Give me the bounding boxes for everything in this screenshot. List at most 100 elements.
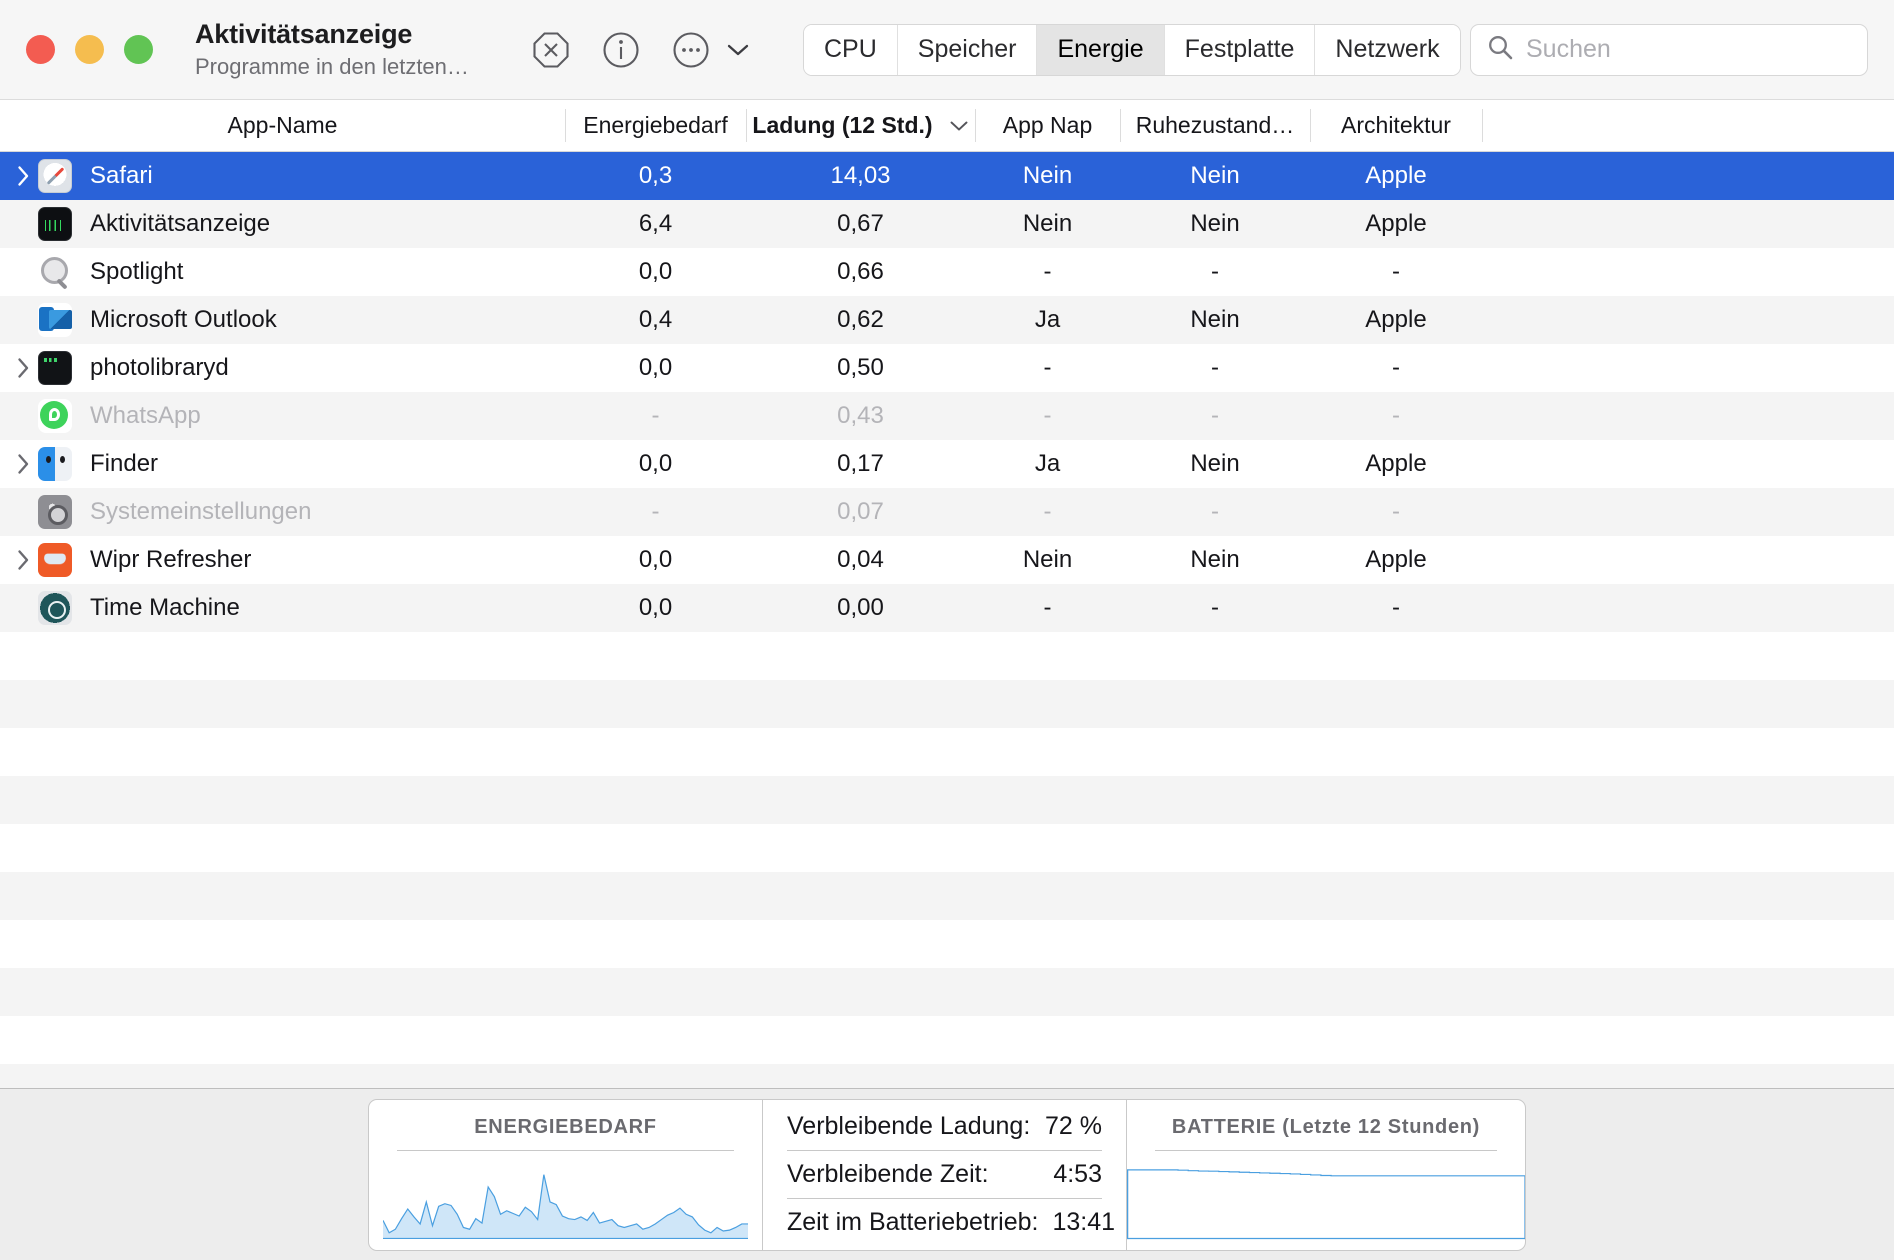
cell-ruhezustand: Nein xyxy=(1190,450,1240,477)
system-settings-icon xyxy=(38,495,72,529)
table-row[interactable]: Finder 0,0 0,17 Ja Nein Apple xyxy=(0,440,1894,488)
cell-spacer xyxy=(1482,296,1894,344)
table-row[interactable]: Wipr Refresher 0,0 0,04 Nein Nein Apple xyxy=(0,536,1894,584)
close-window-button[interactable] xyxy=(26,35,55,64)
tab-energie[interactable]: Energie xyxy=(1037,24,1165,75)
cell-app-nap: - xyxy=(1043,594,1052,621)
maximize-window-button[interactable] xyxy=(124,35,153,64)
window-title-block: Aktivitätsanzeige Programme in den letzt… xyxy=(195,19,495,80)
column-header-ladung-label: Ladung (12 Std.) xyxy=(752,112,933,138)
cell-app-name: Wipr Refresher xyxy=(0,536,565,584)
cell-spacer xyxy=(1482,536,1894,584)
column-header-architektur[interactable]: Architektur xyxy=(1310,100,1482,151)
cell-app-name: Finder xyxy=(0,440,565,488)
toolbar-icon-group xyxy=(529,28,751,72)
remaining-charge-label: Verbleibende Ladung: xyxy=(787,1112,1031,1140)
app-name-label: Microsoft Outlook xyxy=(90,306,277,333)
table-row[interactable]: Microsoft Outlook 0,4 0,62 Ja Nein Apple xyxy=(0,296,1894,344)
table-row[interactable]: Safari 0,3 14,03 Nein Nein Apple xyxy=(0,152,1894,200)
battery-history-chart xyxy=(1127,1150,1525,1240)
cell-ladung: 0,62 xyxy=(837,306,884,333)
table-row[interactable]: WhatsApp - 0,43 - - - xyxy=(0,392,1894,440)
cell-energiebedarf: 0,0 xyxy=(638,258,673,285)
tab-netzwerk[interactable]: Netzwerk xyxy=(1315,24,1460,75)
cell-architektur: Apple xyxy=(1365,306,1427,333)
cell-energiebedarf: 0,0 xyxy=(638,354,673,381)
table-row[interactable]: Systemeinstellungen - 0,07 - - - xyxy=(0,488,1894,536)
info-circle-icon[interactable] xyxy=(599,28,643,72)
table-row-empty xyxy=(0,680,1894,728)
cell-spacer xyxy=(1482,440,1894,488)
cell-energiebedarf: 0,0 xyxy=(638,594,673,621)
cell-spacer xyxy=(1482,392,1894,440)
column-header-ruhezustand[interactable]: Ruhezustand… xyxy=(1120,100,1310,151)
cell-spacer xyxy=(1482,200,1894,248)
cell-app-name: Spotlight xyxy=(0,248,565,296)
cell-energiebedarf: 0,4 xyxy=(638,306,673,333)
cell-ladung: 14,03 xyxy=(830,162,891,189)
chevron-right-icon[interactable] xyxy=(8,452,38,476)
column-header-app-nap[interactable]: App Nap xyxy=(975,100,1120,151)
traffic-lights xyxy=(0,35,153,64)
cell-ladung: 0,67 xyxy=(837,210,884,237)
column-header-ladung[interactable]: Ladung (12 Std.) xyxy=(746,100,975,151)
cell-architektur: Apple xyxy=(1365,450,1427,477)
view-tab-segmented-control[interactable]: CPU Speicher Energie Festplatte Netzwerk xyxy=(803,23,1461,76)
cell-ruhezustand: - xyxy=(1211,498,1219,525)
safari-icon xyxy=(38,159,72,193)
search-icon xyxy=(1487,34,1514,66)
cell-app-name: Safari xyxy=(0,152,565,200)
cell-architektur: - xyxy=(1392,402,1400,429)
chevron-down-icon[interactable] xyxy=(725,37,751,63)
tab-festplatte[interactable]: Festplatte xyxy=(1164,24,1316,75)
page-title: Aktivitätsanzeige xyxy=(195,18,413,49)
table-row[interactable]: Time Machine 0,0 0,00 - - - xyxy=(0,584,1894,632)
app-name-label: Systemeinstellungen xyxy=(90,498,312,525)
table-row[interactable]: Aktivitätsanzeige 6,4 0,67 Nein Nein Apple xyxy=(0,200,1894,248)
table-row[interactable]: Spotlight 0,0 0,66 - - - xyxy=(0,248,1894,296)
search-input[interactable] xyxy=(1526,35,1851,64)
cell-app-name: Time Machine xyxy=(0,584,565,632)
tab-speicher[interactable]: Speicher xyxy=(897,24,1038,75)
chevron-right-icon[interactable] xyxy=(8,548,38,572)
cell-ruhezustand: Nein xyxy=(1190,210,1240,237)
cell-ladung: 0,07 xyxy=(837,498,884,525)
table-row-empty xyxy=(0,968,1894,1016)
stop-process-octagon-icon[interactable] xyxy=(529,28,573,72)
remaining-charge-value: 72 % xyxy=(1045,1112,1102,1140)
app-name-label: photolibraryd xyxy=(90,354,229,381)
footer-bar: ENERGIEBEDARF Verbleibende Ladung: 72 % … xyxy=(0,1088,1894,1260)
cell-app-nap: Ja xyxy=(1034,306,1061,333)
app-name-label: Aktivitätsanzeige xyxy=(90,210,271,237)
cell-app-nap: Ja xyxy=(1034,450,1061,477)
cell-energiebedarf: - xyxy=(651,498,660,525)
cell-app-name: Systemeinstellungen xyxy=(0,488,565,536)
process-table-body[interactable]: Safari 0,3 14,03 Nein Nein Apple Aktivitätsanz… xyxy=(0,152,1894,1088)
battery-stats-panel: Verbleibende Ladung: 72 % Verbleibende Z… xyxy=(763,1099,1127,1250)
search-field[interactable] xyxy=(1470,23,1868,76)
table-row-empty xyxy=(0,1016,1894,1064)
minimize-window-button[interactable] xyxy=(75,35,104,64)
cell-app-name: Aktivitätsanzeige xyxy=(0,200,565,248)
column-header-energiebedarf[interactable]: Energiebedarf xyxy=(565,100,746,151)
cell-ladung: 0,17 xyxy=(837,450,884,477)
app-name-label: Wipr Refresher xyxy=(90,546,252,573)
energy-impact-chart xyxy=(383,1150,748,1240)
cell-ruhezustand: - xyxy=(1211,402,1219,429)
finder-icon xyxy=(38,447,72,481)
cell-ladung: 0,66 xyxy=(837,258,884,285)
column-header-app-name[interactable]: App-Name xyxy=(0,100,565,151)
app-name-label: WhatsApp xyxy=(90,402,201,429)
cell-spacer xyxy=(1482,248,1894,296)
cell-architektur: Apple xyxy=(1365,210,1427,237)
cell-app-nap: - xyxy=(1043,354,1052,381)
table-row[interactable]: photolibraryd 0,0 0,50 - - - xyxy=(0,344,1894,392)
chevron-right-icon[interactable] xyxy=(8,164,38,188)
chevron-right-icon[interactable] xyxy=(8,356,38,380)
cell-architektur: - xyxy=(1392,258,1400,285)
tab-cpu[interactable]: CPU xyxy=(804,24,898,75)
cell-energiebedarf: 0,0 xyxy=(638,546,673,573)
more-ellipsis-circle-icon[interactable] xyxy=(669,28,713,72)
cell-app-nap: - xyxy=(1043,402,1052,429)
table-row-empty xyxy=(0,920,1894,968)
